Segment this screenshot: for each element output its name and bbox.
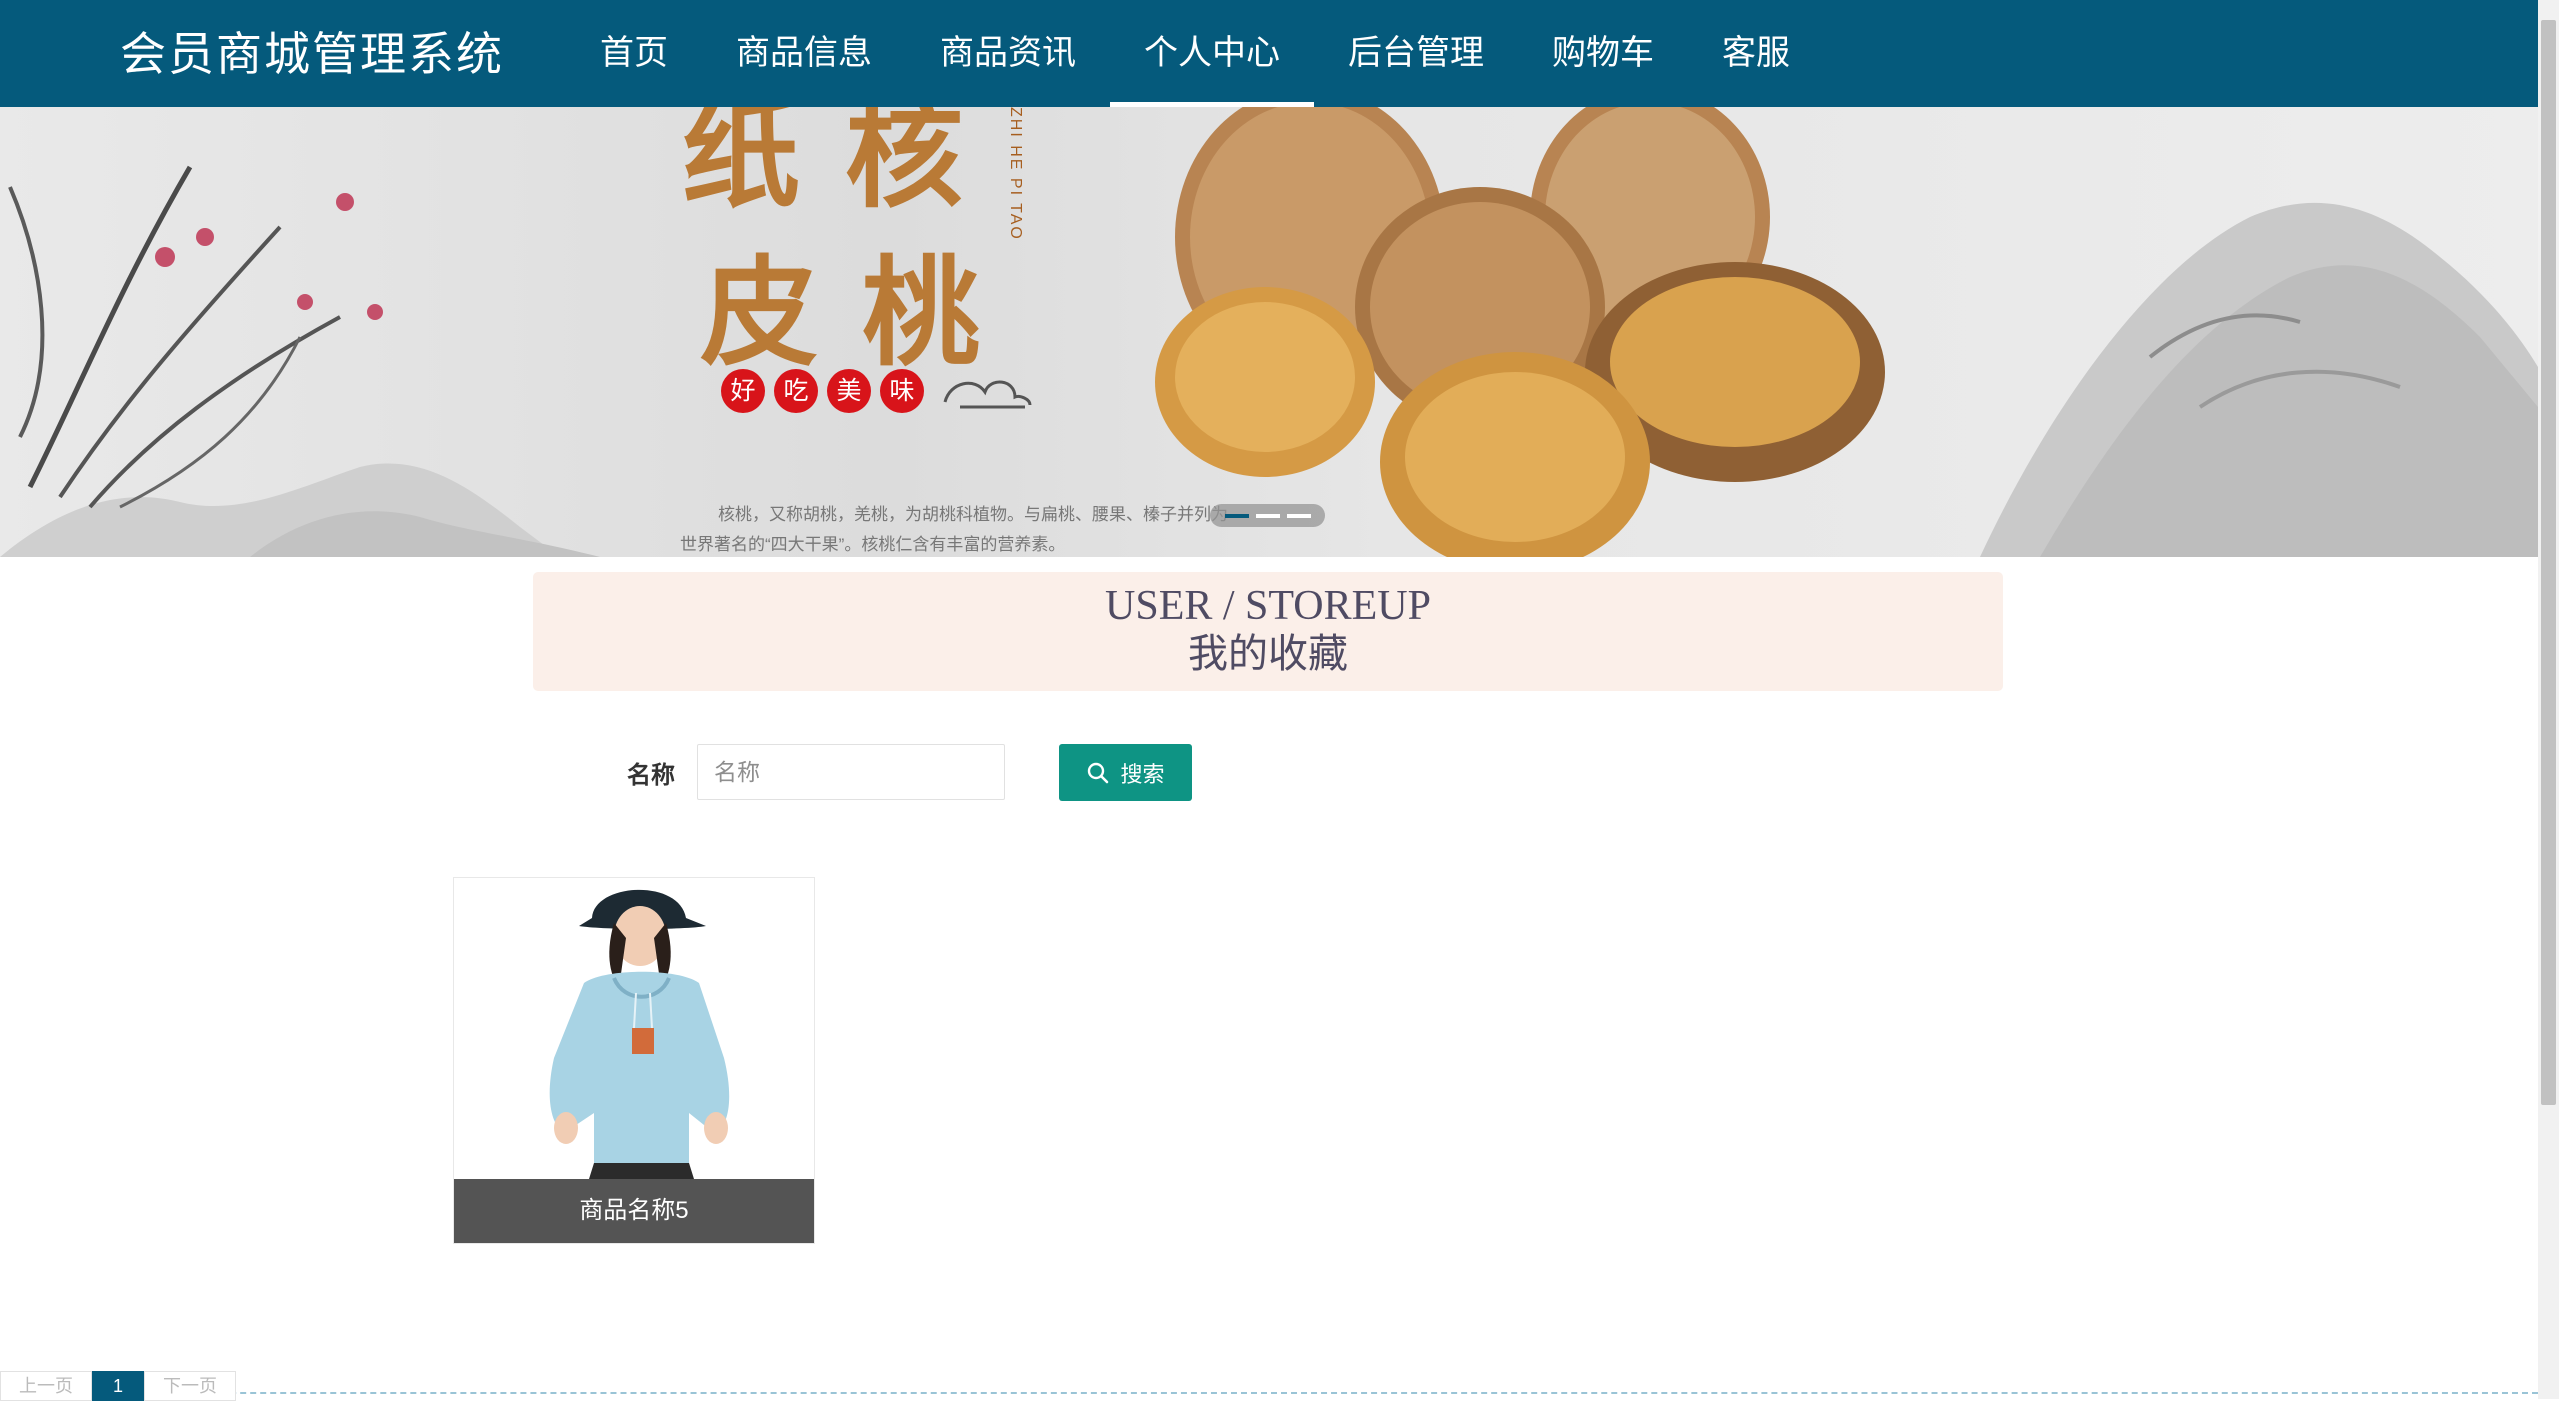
banner-artwork <box>0 107 2538 557</box>
prev-page-button[interactable]: 上一页 <box>0 1371 92 1401</box>
search-button[interactable]: 搜索 <box>1059 744 1192 801</box>
nav-item-products[interactable]: 商品信息 <box>702 0 906 107</box>
banner-pinyin: ZHI HE PI TAO <box>1007 107 1024 241</box>
page-scrollbar[interactable] <box>2538 0 2559 1399</box>
cloud-icon <box>943 380 1032 409</box>
banner-carousel[interactable]: 纸 核 皮 桃 ZHI HE PI TAO 好 吃 美 味 核桃，又称胡桃，羌桃… <box>0 107 2538 557</box>
banner-tag: 美 <box>827 369 871 413</box>
page-number-button[interactable]: 1 <box>92 1371 145 1401</box>
banner-title-char: 桃 <box>862 243 981 382</box>
search-button-label: 搜索 <box>1120 761 1165 787</box>
section-heading: USER / STOREUP 我的收藏 <box>533 572 2003 691</box>
main-nav: 首页 商品信息 商品资讯 个人中心 后台管理 购物车 客服 <box>566 0 1824 107</box>
product-image[interactable] <box>454 878 814 1179</box>
scrollbar-thumb[interactable] <box>2541 20 2556 1105</box>
banner-tag: 好 <box>721 369 765 413</box>
section-title-cn: 我的收藏 <box>1188 631 1348 676</box>
nav-item-admin[interactable]: 后台管理 <box>1314 0 1518 107</box>
pagination: 上一页 1 下一页 <box>0 1371 237 1401</box>
top-nav-bar: 会员商城管理系统 首页 商品信息 商品资讯 个人中心 后台管理 购物车 客服 <box>0 0 2538 107</box>
nav-item-service[interactable]: 客服 <box>1688 0 1824 107</box>
nav-item-user-center[interactable]: 个人中心 <box>1110 0 1314 107</box>
section-title-en: USER / STOREUP <box>1105 583 1431 629</box>
banner-title-char: 纸 <box>682 107 801 224</box>
carousel-dot[interactable] <box>1287 514 1311 518</box>
banner-description: 核桃，又称胡桃，羌桃，为胡桃科植物。与扁桃、腰果、榛子并列为世界著名的“四大干果… <box>680 505 1228 554</box>
favorite-product-card[interactable]: 商品名称5 <box>453 877 815 1244</box>
search-name-label: 名称 <box>627 762 675 789</box>
banner-tag: 吃 <box>774 369 818 413</box>
search-icon <box>1088 762 1109 783</box>
site-brand[interactable]: 会员商城管理系统 <box>120 24 504 84</box>
nav-item-home[interactable]: 首页 <box>566 0 702 107</box>
banner-title-char: 皮 <box>700 243 819 382</box>
carousel-dot[interactable] <box>1256 514 1280 518</box>
next-page-button[interactable]: 下一页 <box>144 1371 237 1401</box>
nav-item-news[interactable]: 商品资讯 <box>906 0 1110 107</box>
pagination-divider <box>0 1392 2538 1394</box>
nav-item-cart[interactable]: 购物车 <box>1518 0 1688 107</box>
banner-title-char: 核 <box>845 107 964 224</box>
carousel-indicators <box>1210 504 1325 527</box>
product-name[interactable]: 商品名称5 <box>454 1179 814 1243</box>
search-name-input[interactable] <box>697 744 1005 800</box>
banner-tag: 味 <box>880 369 924 413</box>
carousel-dot[interactable] <box>1225 514 1249 518</box>
